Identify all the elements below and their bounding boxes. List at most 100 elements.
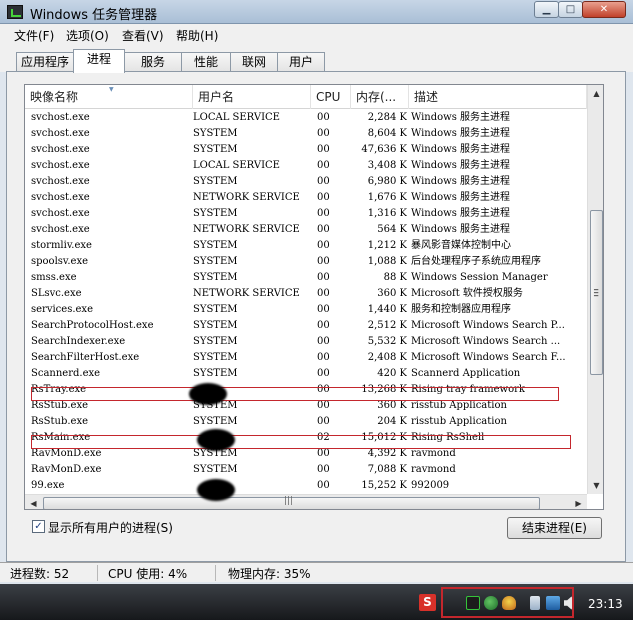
table-row[interactable]: smss.exe SYSTEM 00 88 K Windows Session Mana… xyxy=(25,270,587,286)
user-name-cell: SYSTEM xyxy=(193,256,238,267)
column-description[interactable]: 描述 xyxy=(409,85,587,109)
tab-processes[interactable]: 进程 xyxy=(73,49,125,73)
tab-networking[interactable]: 联网 xyxy=(230,52,278,72)
description-cell: Windows 服务主进程 xyxy=(411,112,511,123)
horizontal-scroll-thumb[interactable]: ||| xyxy=(43,496,540,509)
user-name-cell: SYSTEM xyxy=(193,240,238,251)
minimize-button[interactable]: ▁ xyxy=(534,1,559,18)
table-row[interactable]: services.exe SYSTEM 00 1,440 K 服务和控制器应用程序 xyxy=(25,302,587,318)
table-row[interactable]: Scannerd.exe SYSTEM 00 420 K Scannerd Applic… xyxy=(25,366,587,382)
table-row[interactable]: RsStub.exe SYSTEM 00 360 Krisstub Applicati… xyxy=(25,398,587,414)
menu-view[interactable]: 查看(V) xyxy=(122,27,164,44)
table-row[interactable]: svchost.exe NETWORK SERVICE 00 564 K Windows… xyxy=(25,222,587,238)
cpu-cell: 00 xyxy=(317,240,330,251)
menu-help[interactable]: 帮助(H) xyxy=(176,27,218,44)
process-name-cell: svchost.exe xyxy=(31,160,90,171)
table-row[interactable]: RsTray.exe 00 13,268 K Rising tray framewor… xyxy=(25,382,587,398)
process-name-cell: SearchIndexer.exe xyxy=(31,336,126,347)
user-name-cell: SYSTEM xyxy=(193,416,238,427)
user-name-cell: SYSTEM xyxy=(193,352,238,363)
usb-device-icon[interactable] xyxy=(530,596,540,610)
status-process-count: 进程数: 52 xyxy=(6,565,98,581)
column-cpu[interactable]: CPU xyxy=(311,85,351,109)
table-row[interactable]: svchost.exe SYSTEM 00 6,980 K Windows 服务主进程 xyxy=(25,174,587,190)
memory-cell: 2,408 K xyxy=(367,352,407,363)
qq-penguin-icon[interactable] xyxy=(502,596,516,610)
table-row[interactable]: 99.exe 00 15,252 K 992009 xyxy=(25,478,587,494)
description-cell: Rising tray framework xyxy=(411,384,525,395)
menu-file[interactable]: 文件(F) xyxy=(14,27,54,44)
user-name-cell: NETWORK SERVICE xyxy=(193,224,300,235)
memory-cell: 360 K xyxy=(377,288,407,299)
memory-cell: 564 K xyxy=(377,224,407,235)
tab-applications[interactable]: 应用程序 xyxy=(16,52,74,72)
rising-s-icon[interactable]: S xyxy=(419,594,436,611)
cpu-cell: 00 xyxy=(317,160,330,171)
scroll-down-arrow-icon[interactable]: ▼ xyxy=(588,477,603,494)
redaction-mark xyxy=(197,479,235,501)
process-name-cell: 99.exe xyxy=(31,480,65,491)
memory-cell: 4,392 K xyxy=(367,448,407,459)
table-row[interactable]: SLsvc.exe NETWORK SERVICE 00 360 K Microsoft… xyxy=(25,286,587,302)
scroll-up-arrow-icon[interactable]: ▲ xyxy=(588,85,603,102)
network-globe-icon[interactable] xyxy=(484,596,498,610)
column-memory[interactable]: 内存(... xyxy=(351,85,409,109)
tab-performance[interactable]: 性能 xyxy=(181,52,231,72)
tab-services[interactable]: 服务 xyxy=(124,52,182,72)
scroll-grip-icon: ━ ━ ━ xyxy=(594,286,599,300)
process-name-cell: svchost.exe xyxy=(31,112,90,123)
table-row[interactable]: svchost.exe SYSTEM 00 1,316 K Windows 服务主进程 xyxy=(25,206,587,222)
table-row[interactable]: svchost.exe SYSTEM 00 47,636 K Windows 服务主进程 xyxy=(25,142,587,158)
memory-cell: 8,604 K xyxy=(367,128,407,139)
cpu-cell: 02 xyxy=(317,432,330,443)
table-row[interactable]: svchost.exe SYSTEM 00 8,604 K Windows 服务主进程 xyxy=(25,126,587,142)
description-cell: Microsoft Windows Search ... xyxy=(411,336,561,347)
table-row[interactable]: stormliv.exe SYSTEM 00 1,212 K 暴风影音媒体控制中心 xyxy=(25,238,587,254)
scroll-left-arrow-icon[interactable]: ◀ xyxy=(25,495,42,509)
user-name-cell: SYSTEM xyxy=(193,208,238,219)
table-row[interactable]: svchost.exe LOCAL SERVICE 00 3,408 K Windows… xyxy=(25,158,587,174)
description-cell: 后台处理程序子系统应用程序 xyxy=(411,256,541,267)
process-list[interactable]: 映像名称 ▼ 用户名 CPU 内存(... 描述 svchost.exe LOCA… xyxy=(24,84,604,510)
close-button[interactable]: ✕ xyxy=(582,1,626,18)
cpu-cell: 00 xyxy=(317,384,330,395)
title-bar[interactable]: Windows 任务管理器 ▁ □ ✕ xyxy=(0,0,633,24)
column-user-name[interactable]: 用户名 xyxy=(193,85,311,109)
table-row[interactable]: svchost.exe NETWORK SERVICE 00 1,676 K Windo… xyxy=(25,190,587,206)
user-name-cell: NETWORK SERVICE xyxy=(193,288,300,299)
description-cell: Windows 服务主进程 xyxy=(411,128,511,139)
table-row[interactable]: SearchFilterHost.exe SYSTEM 00 2,408 K Micro… xyxy=(25,350,587,366)
table-row[interactable]: RavMonD.exe SYSTEM 00 4,392 Kravmond xyxy=(25,446,587,462)
process-name-cell: stormliv.exe xyxy=(31,240,92,251)
user-name-cell: SYSTEM xyxy=(193,304,238,315)
taskbar-clock[interactable]: 23:13 xyxy=(588,597,623,611)
vertical-scroll-thumb[interactable]: ━ ━ ━ xyxy=(590,210,603,375)
description-cell: 服务和控制器应用程序 xyxy=(411,304,511,315)
description-cell: Rising RsShell xyxy=(411,432,485,443)
scroll-right-arrow-icon[interactable]: ▶ xyxy=(570,495,587,509)
table-row[interactable]: RavMonD.exe SYSTEM 00 7,088 K ravmond xyxy=(25,462,587,478)
cpu-cell: 00 xyxy=(317,352,330,363)
description-cell: Windows Session Manager xyxy=(411,272,548,283)
table-row[interactable]: SearchProtocolHost.exe SYSTEM 00 2,512 K Mic… xyxy=(25,318,587,334)
process-name-cell: SearchProtocolHost.exe xyxy=(31,320,154,331)
table-row[interactable]: spoolsv.exe SYSTEM 00 1,088 K 后台处理程序子系统应用程序 xyxy=(25,254,587,270)
table-row[interactable]: RsMain.exe 02 15,012 K Rising RsShell xyxy=(25,430,587,446)
process-name-cell: svchost.exe xyxy=(31,192,90,203)
table-row[interactable]: SearchIndexer.exe SYSTEM 00 5,532 K Microsof… xyxy=(25,334,587,350)
end-process-button[interactable]: 结束进程(E) xyxy=(507,517,602,539)
horizontal-scrollbar[interactable]: ◀ ||| ▶ xyxy=(25,494,587,509)
process-name-cell: RavMonD.exe xyxy=(31,448,102,459)
description-cell: Windows 服务主进程 xyxy=(411,208,511,219)
maximize-button[interactable]: □ xyxy=(558,1,583,18)
monitor-icon[interactable] xyxy=(466,596,480,610)
tab-users[interactable]: 用户 xyxy=(277,52,325,72)
table-row[interactable]: svchost.exe LOCAL SERVICE 00 2,284 K Windows… xyxy=(25,110,587,126)
table-row[interactable]: RsStub.exe SYSTEM 00 204 K risstub Applicati… xyxy=(25,414,587,430)
vertical-scrollbar[interactable]: ▲ ━ ━ ━ ▼ xyxy=(587,85,603,494)
memory-cell: 5,532 K xyxy=(367,336,407,347)
network-connection-icon[interactable] xyxy=(546,596,560,610)
checkbox-check-icon[interactable]: ✓ xyxy=(32,520,45,533)
cpu-cell: 00 xyxy=(317,288,330,299)
menu-options[interactable]: 选项(O) xyxy=(66,27,109,44)
